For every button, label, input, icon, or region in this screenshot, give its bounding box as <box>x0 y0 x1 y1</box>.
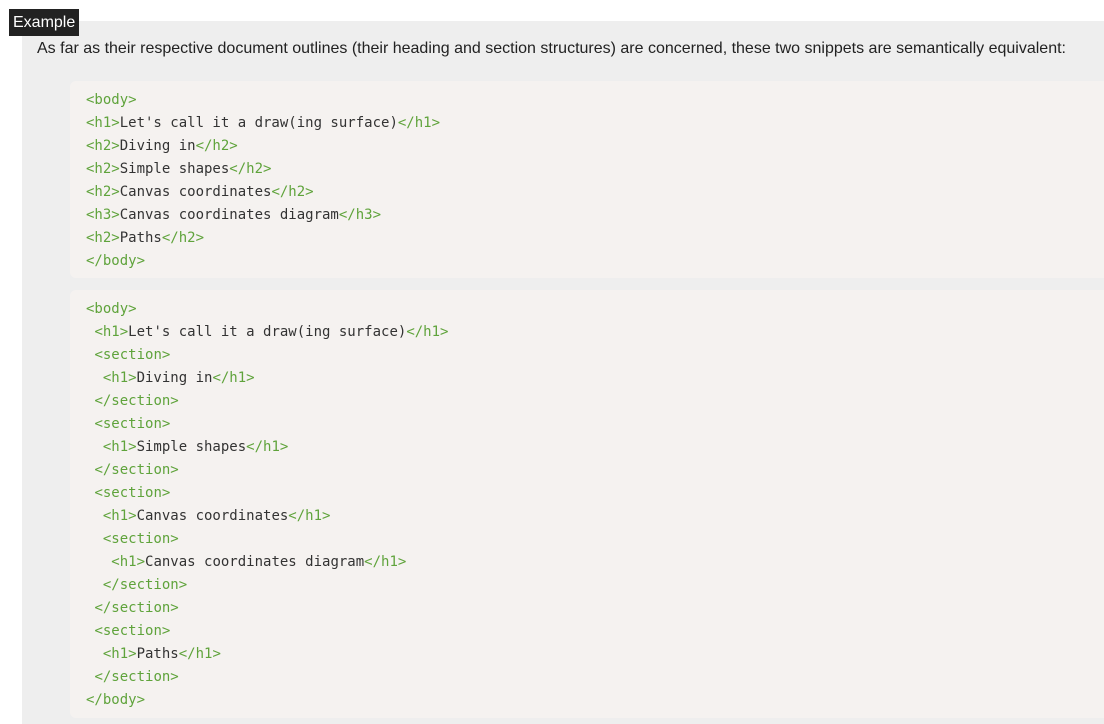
code-open-tag: </section> <box>94 669 179 685</box>
code-text: Simple shapes <box>119 161 230 177</box>
code-line: </section> <box>86 574 1104 597</box>
code-open-tag: <h1> <box>102 370 137 386</box>
code-line: </section> <box>86 597 1104 620</box>
code-close-tag: </h1> <box>246 439 289 455</box>
code-open-tag: <section> <box>102 531 179 547</box>
example-label: Example <box>9 9 80 36</box>
code-open-tag: <section> <box>94 623 171 639</box>
code-close-tag: </h1> <box>406 324 449 340</box>
code-open-tag: </section> <box>94 393 179 409</box>
code-line: </section> <box>86 459 1104 482</box>
code-close-tag: </h1> <box>178 646 221 662</box>
code-line: <body> <box>86 298 1104 321</box>
code-line: <section> <box>86 344 1104 367</box>
code-line: <h2>Paths</h2> <box>86 227 1104 250</box>
code-text: Canvas coordinates <box>136 508 289 524</box>
code-close-tag: </h2> <box>195 138 238 154</box>
code-text: Canvas coordinates diagram <box>145 554 365 570</box>
code-text: Simple shapes <box>136 439 247 455</box>
code-open-tag: <h1> <box>94 324 129 340</box>
code-open-tag: </section> <box>94 600 179 616</box>
code-snippet-nested-sections: <body> <h1>Let's call it a draw(ing surf… <box>70 290 1104 718</box>
code-line: <h1>Canvas coordinates diagram</h1> <box>86 551 1104 574</box>
code-open-tag: <h2> <box>86 230 120 246</box>
code-open-tag: <h1> <box>102 508 137 524</box>
code-open-tag: <body> <box>86 301 137 317</box>
code-text: Diving in <box>119 138 196 154</box>
code-text: Canvas coordinates diagram <box>119 207 339 223</box>
code-snippet-flat-headings: <body> <h1>Let's call it a draw(ing surfa… <box>70 81 1104 278</box>
code-open-tag: <h2> <box>86 161 120 177</box>
code-close-tag: </h1> <box>212 370 255 386</box>
code-line: </section> <box>86 666 1104 689</box>
code-line: <h1>Let's call it a draw(ing surface)</h… <box>86 112 1104 135</box>
code-line: <h1>Simple shapes</h1> <box>86 436 1104 459</box>
code-open-tag: <h1> <box>86 115 120 131</box>
code-line: <h1>Let's call it a draw(ing surface)</h… <box>86 321 1104 344</box>
code-line: <h3>Canvas coordinates diagram</h3> <box>86 204 1104 227</box>
code-line: <section> <box>86 413 1104 436</box>
code-close-tag: </h2> <box>161 230 205 246</box>
code-close-tag: </h2> <box>229 161 272 177</box>
code-line: <section> <box>86 528 1104 551</box>
code-open-tag: <h3> <box>86 207 120 223</box>
code-line: <body> <box>86 89 1104 112</box>
code-text: Let's call it a draw(ing surface) <box>128 324 407 340</box>
code-open-tag: </body> <box>86 253 146 269</box>
code-open-tag: <section> <box>94 416 171 432</box>
code-text: Canvas coordinates <box>119 184 272 200</box>
code-text: Paths <box>136 646 179 662</box>
code-line: </section> <box>86 390 1104 413</box>
code-line: <h2>Canvas coordinates</h2> <box>86 181 1104 204</box>
code-text: Let's call it a draw(ing surface) <box>119 115 398 131</box>
code-close-tag: </h3> <box>338 207 382 223</box>
code-open-tag: <h2> <box>86 138 120 154</box>
code-open-tag: <section> <box>94 485 171 501</box>
code-text: Paths <box>119 230 162 246</box>
code-text: Diving in <box>136 370 213 386</box>
code-close-tag: </h1> <box>364 554 407 570</box>
code-open-tag: <h2> <box>86 184 120 200</box>
code-open-tag: </section> <box>102 577 188 593</box>
intro-paragraph: As far as their respective document outl… <box>37 40 1066 57</box>
code-open-tag: <h1> <box>102 646 137 662</box>
code-line: </body> <box>86 250 1104 273</box>
code-line: <h1>Diving in</h1> <box>86 367 1104 390</box>
code-line: <h2>Diving in</h2> <box>86 135 1104 158</box>
code-close-tag: </h2> <box>271 184 314 200</box>
code-open-tag: <section> <box>94 347 171 363</box>
code-line: <h2>Simple shapes</h2> <box>86 158 1104 181</box>
code-line: <section> <box>86 620 1104 643</box>
code-line: <section> <box>86 482 1104 505</box>
code-line: <h1>Canvas coordinates</h1> <box>86 505 1104 528</box>
code-open-tag: <h1> <box>102 439 137 455</box>
code-close-tag: </h1> <box>288 508 331 524</box>
code-open-tag: </body> <box>86 692 146 708</box>
code-open-tag: <body> <box>86 92 137 108</box>
code-open-tag: <h1> <box>111 554 146 570</box>
code-close-tag: </h1> <box>397 115 441 131</box>
code-line: </body> <box>86 689 1104 712</box>
code-line: <h1>Paths</h1> <box>86 643 1104 666</box>
code-open-tag: </section> <box>94 462 179 478</box>
